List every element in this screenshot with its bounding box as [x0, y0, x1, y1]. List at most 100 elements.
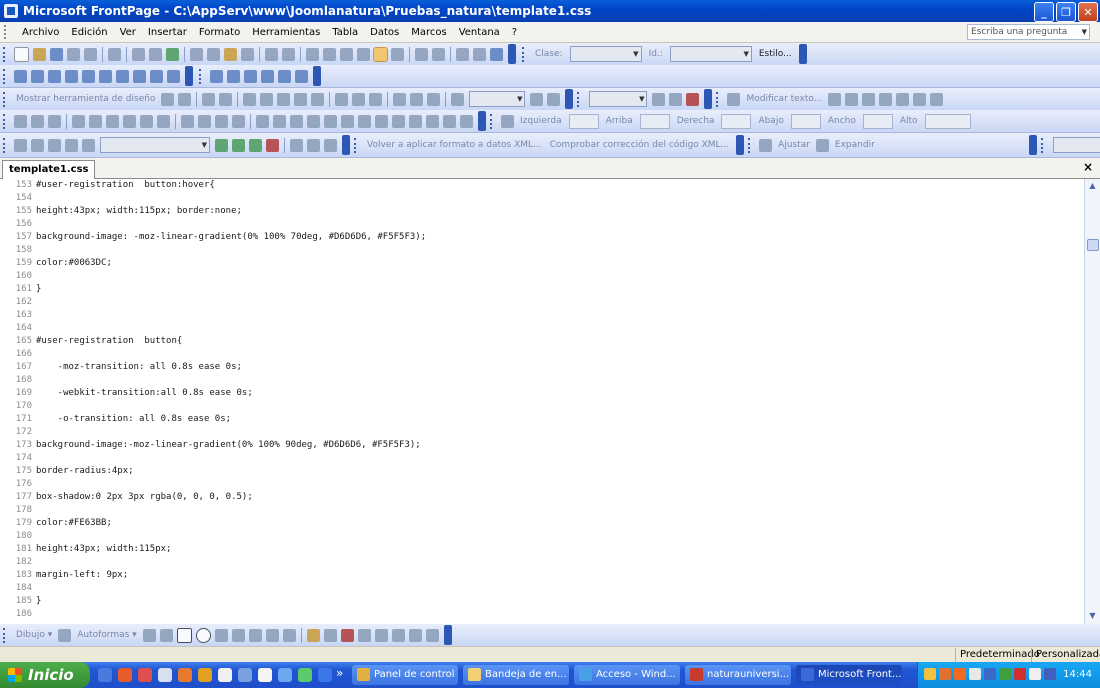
- manage-styles-icon[interactable]: [14, 138, 27, 152]
- print-icon[interactable]: [132, 47, 145, 61]
- line-text[interactable]: height:43px; width:115px;: [36, 544, 171, 554]
- font-style-icon[interactable]: [48, 138, 61, 152]
- rotate-left-icon[interactable]: [106, 114, 119, 128]
- tray-app-icon[interactable]: [954, 668, 966, 680]
- toolbar-grip[interactable]: [3, 113, 8, 129]
- positioning-icon[interactable]: [501, 114, 514, 128]
- restore-icon[interactable]: [460, 114, 473, 128]
- wordart-vertical-icon[interactable]: [896, 92, 910, 106]
- flip-vertical-icon[interactable]: [157, 114, 170, 128]
- line-text[interactable]: border-radius:4px;: [36, 466, 134, 476]
- id-select[interactable]: ▼: [669, 46, 752, 62]
- highlight-hotspots-icon[interactable]: [443, 114, 456, 128]
- firefox-quicklaunch-icon[interactable]: [118, 668, 132, 682]
- code-line[interactable]: 165 #user-registration button{: [0, 335, 183, 348]
- bottom-field[interactable]: [790, 113, 821, 129]
- expand-icon[interactable]: [815, 138, 829, 152]
- menu-archivo[interactable]: Archivo: [16, 27, 65, 38]
- complete-word-icon[interactable]: [48, 69, 61, 83]
- distribute-rows-icon[interactable]: [393, 92, 407, 106]
- format-picture-icon[interactable]: [290, 114, 303, 128]
- menu-ventana[interactable]: Ventana: [453, 27, 506, 38]
- start-button[interactable]: Inicio: [0, 662, 90, 688]
- line-text[interactable]: -webkit-transition:all 0.8s ease 0s;: [36, 388, 253, 398]
- cut-icon[interactable]: [190, 47, 203, 61]
- code-line[interactable]: 177 box-shadow:0 2px 3px rgba(0, 0, 0, 0.…: [0, 491, 253, 504]
- paste-icon[interactable]: [224, 47, 237, 61]
- code-line[interactable]: 174: [0, 452, 36, 465]
- redo-icon[interactable]: [282, 47, 295, 61]
- insert-picture-icon[interactable]: [357, 47, 370, 61]
- line-text[interactable]: -o-transition: all 0.8s ease 0s;: [36, 414, 231, 424]
- show-design-tool-label[interactable]: Mostrar herramienta de diseño: [16, 94, 155, 104]
- desktop-quicklaunch-icon[interactable]: [318, 668, 332, 682]
- code-line[interactable]: 157 background-image: -moz-linear-gradien…: [0, 231, 426, 244]
- line-style-icon[interactable]: [357, 628, 371, 642]
- class-select[interactable]: ▼: [569, 46, 642, 62]
- new-style-icon[interactable]: [31, 138, 44, 152]
- less-contrast-icon[interactable]: [198, 114, 211, 128]
- code-line[interactable]: 163: [0, 309, 36, 322]
- toggle-pane-icon[interactable]: [108, 47, 121, 61]
- wordart-shape-icon[interactable]: [862, 92, 876, 106]
- code-line[interactable]: 183 margin-left: 9px;: [0, 569, 128, 582]
- toolbar-grip[interactable]: [3, 46, 8, 62]
- fill-color-icon[interactable]: [451, 92, 465, 106]
- xml-validate-icon[interactable]: [215, 138, 228, 152]
- code-line[interactable]: 168: [0, 374, 36, 387]
- code-line[interactable]: 181 height:43px; width:115px;: [0, 543, 172, 556]
- code-line[interactable]: 178: [0, 504, 36, 517]
- shadow-style-icon[interactable]: [408, 628, 422, 642]
- view-select[interactable]: ▼: [1052, 137, 1100, 153]
- search-quicklaunch-icon[interactable]: [278, 668, 292, 682]
- toolbar-options-button[interactable]: [1028, 135, 1037, 155]
- publish-icon[interactable]: [84, 47, 97, 61]
- code-line[interactable]: 160: [0, 270, 36, 283]
- more-brightness-icon[interactable]: [215, 114, 228, 128]
- maximize-button[interactable]: ❐: [1056, 2, 1076, 22]
- task-panel-de-control[interactable]: Panel de control: [352, 665, 458, 685]
- close-document-icon[interactable]: ×: [1083, 160, 1093, 174]
- wordart-gallery-icon[interactable]: [845, 92, 859, 106]
- menu-ayuda[interactable]: ?: [506, 27, 523, 38]
- quicklaunch-overflow[interactable]: »: [336, 666, 343, 680]
- flip-horizontal-icon[interactable]: [140, 114, 153, 128]
- toolbar-options-button[interactable]: [704, 89, 713, 109]
- delete-cells-icon[interactable]: [277, 92, 291, 106]
- ie-quicklaunch-icon[interactable]: [98, 668, 112, 682]
- textbox-icon[interactable]: [214, 628, 228, 642]
- code-line[interactable]: 153 #user-registration button:hover{: [0, 179, 215, 192]
- refresh-icon[interactable]: [415, 47, 428, 61]
- fill-color-icon[interactable]: [306, 628, 320, 642]
- menu-tabla[interactable]: Tabla: [326, 27, 364, 38]
- tray-network-icon[interactable]: [984, 668, 996, 680]
- function-lookup-icon[interactable]: [150, 69, 163, 83]
- layout-table-icon[interactable]: [161, 92, 175, 106]
- height-field[interactable]: [924, 113, 971, 129]
- code-line[interactable]: 155 height:43px; width:115px; border:none…: [0, 205, 242, 218]
- toolbar-grip[interactable]: [1040, 137, 1046, 153]
- fit-icon[interactable]: [759, 138, 773, 152]
- line-text[interactable]: color:#0063DC;: [36, 258, 112, 268]
- code-line[interactable]: 164: [0, 322, 36, 335]
- reapply-xml-format-label[interactable]: Volver a aplicar formato a datos XML...: [367, 140, 542, 150]
- left-field[interactable]: [568, 113, 599, 129]
- wordart-icon[interactable]: [231, 628, 245, 642]
- code-line[interactable]: 156: [0, 218, 36, 231]
- color-icon[interactable]: [324, 114, 337, 128]
- code-line[interactable]: 159 color:#0063DC;: [0, 257, 112, 270]
- code-line[interactable]: 158: [0, 244, 36, 257]
- dash-style-icon[interactable]: [374, 628, 388, 642]
- arrow-icon[interactable]: [159, 628, 173, 642]
- code-line[interactable]: 180: [0, 530, 36, 543]
- media-quicklaunch-icon[interactable]: [218, 668, 232, 682]
- menu-marcos[interactable]: Marcos: [405, 27, 452, 38]
- line-text[interactable]: background-image: -moz-linear-gradient(0…: [36, 232, 426, 242]
- code-line[interactable]: 172: [0, 426, 36, 439]
- search-icon[interactable]: [67, 47, 80, 61]
- resample-icon[interactable]: [358, 114, 371, 128]
- task-acceso[interactable]: Acceso - Wind...: [574, 665, 680, 685]
- code-line[interactable]: 179 color:#FE63BB;: [0, 517, 112, 530]
- code-line[interactable]: 185}: [0, 595, 42, 608]
- snippet-icon[interactable]: [133, 69, 146, 83]
